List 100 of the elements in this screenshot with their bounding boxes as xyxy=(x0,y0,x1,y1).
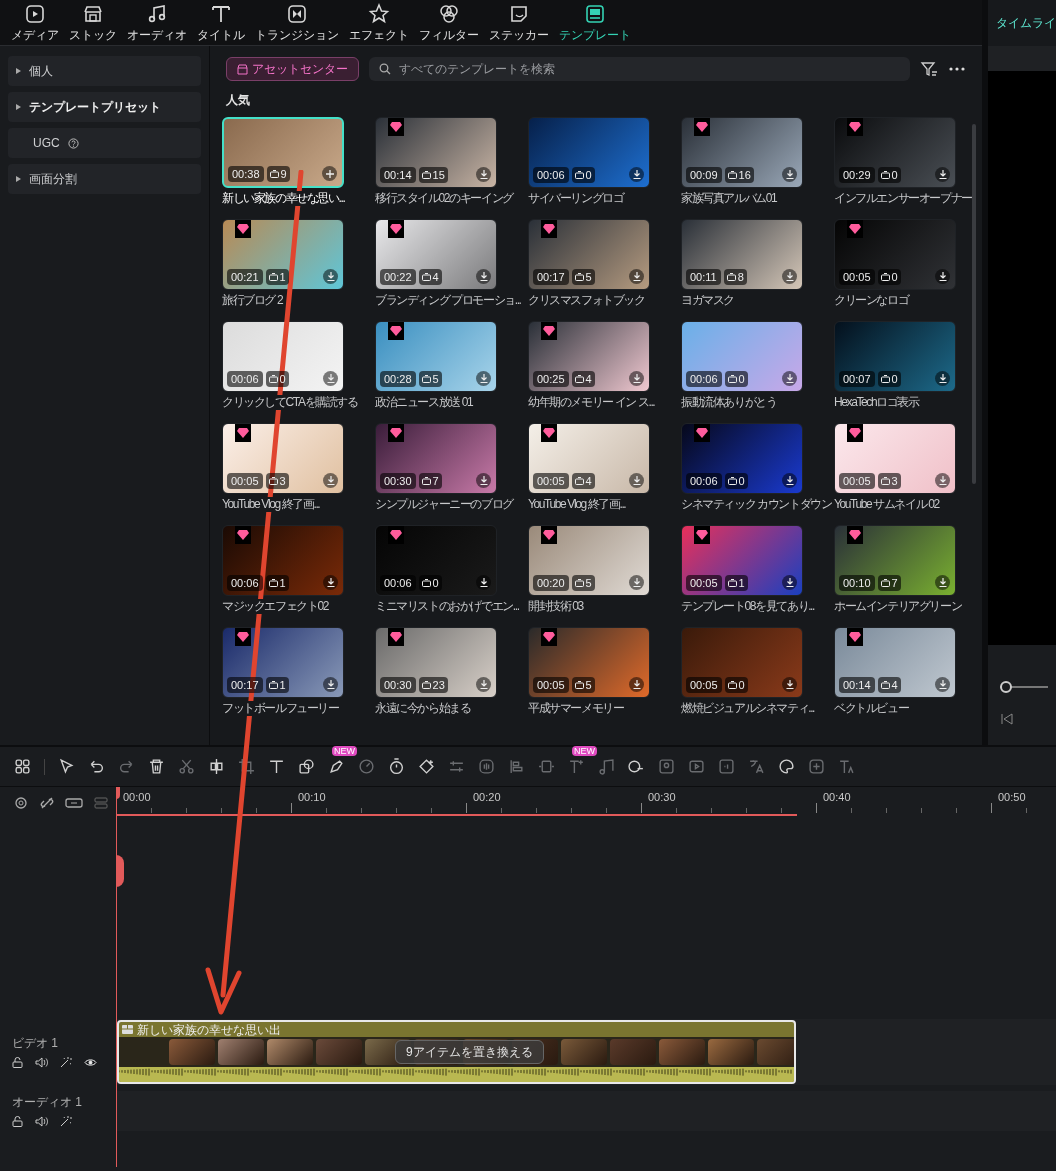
download-button[interactable] xyxy=(935,269,950,284)
template-thumbnail[interactable]: 00:25 4 xyxy=(528,321,650,392)
template-thumbnail[interactable]: 00:06 1 xyxy=(222,525,344,596)
lock-icon[interactable] xyxy=(12,1056,23,1068)
toolbar-tab[interactable]: メディア xyxy=(6,3,64,42)
magic-wand-icon[interactable] xyxy=(60,1056,72,1068)
shape-icon[interactable] xyxy=(298,758,315,775)
download-button[interactable] xyxy=(323,269,338,284)
template-thumbnail[interactable]: 00:06 0 xyxy=(681,423,803,494)
slider-thumb[interactable] xyxy=(1000,681,1012,693)
lock-icon[interactable] xyxy=(12,1115,23,1127)
search-field[interactable]: すべてのテンプレートを検索 xyxy=(369,57,911,81)
template-thumbnail[interactable]: 00:30 7 xyxy=(375,423,497,494)
download-button[interactable] xyxy=(476,167,491,182)
template-thumbnail[interactable]: 00:22 4 xyxy=(375,219,497,290)
template-thumbnail[interactable]: 00:05 0 xyxy=(834,219,956,290)
split-icon[interactable] xyxy=(208,758,225,775)
download-button[interactable] xyxy=(935,167,950,182)
download-button[interactable] xyxy=(629,677,644,692)
download-button[interactable] xyxy=(629,167,644,182)
text-icon[interactable] xyxy=(268,758,285,775)
toolbar-tab[interactable]: テンプレート xyxy=(554,3,636,42)
zoom-slider[interactable] xyxy=(1000,681,1048,693)
redo-icon[interactable] xyxy=(118,758,135,775)
eye-icon[interactable] xyxy=(84,1057,97,1067)
template-thumbnail[interactable]: 00:05 0 xyxy=(681,627,803,698)
template-thumbnail[interactable]: 00:17 5 xyxy=(528,219,650,290)
template-thumbnail[interactable]: 00:30 23 xyxy=(375,627,497,698)
template-thumbnail[interactable]: 00:14 15 xyxy=(375,117,497,188)
speaker-icon[interactable] xyxy=(35,1115,48,1127)
ai-audio-icon[interactable] xyxy=(718,758,735,775)
template-thumbnail[interactable]: 00:20 5 xyxy=(528,525,650,596)
download-button[interactable] xyxy=(476,575,491,590)
sidebar-item[interactable]: 個人 xyxy=(8,56,201,86)
speaker-icon[interactable] xyxy=(35,1056,48,1068)
template-thumbnail[interactable]: 00:28 5 xyxy=(375,321,497,392)
sidebar-item[interactable]: UGC xyxy=(8,128,201,158)
undo-icon[interactable] xyxy=(88,758,105,775)
speed-icon[interactable] xyxy=(358,758,375,775)
adjust-icon[interactable] xyxy=(448,758,465,775)
keyframe-icon[interactable] xyxy=(418,758,435,775)
asset-center-button[interactable]: アセットセンター xyxy=(226,57,359,81)
template-clip[interactable]: 新しい家族の幸せな思い出 9アイテムを置き換える xyxy=(117,1020,796,1084)
template-thumbnail[interactable]: 00:05 3 xyxy=(834,423,956,494)
more-icon[interactable] xyxy=(948,66,967,72)
template-thumbnail[interactable]: 00:05 3 xyxy=(222,423,344,494)
pointer-icon[interactable] xyxy=(58,758,75,775)
settings-icon[interactable] xyxy=(13,795,29,811)
translate-icon[interactable] xyxy=(748,758,765,775)
template-thumbnail[interactable]: 00:17 1 xyxy=(222,627,344,698)
template-thumbnail[interactable]: 00:06 0 xyxy=(375,525,497,596)
ai-portrait-icon[interactable] xyxy=(658,758,675,775)
grid-icon[interactable] xyxy=(14,758,31,775)
download-button[interactable] xyxy=(476,473,491,488)
audio-wave-icon[interactable] xyxy=(478,758,495,775)
sidebar-item[interactable]: テンプレートプリセット xyxy=(8,92,201,122)
track-icon[interactable] xyxy=(93,795,109,811)
download-button[interactable] xyxy=(476,269,491,284)
scrollbar[interactable] xyxy=(972,124,977,484)
download-button[interactable] xyxy=(935,371,950,386)
template-thumbnail[interactable]: 00:05 5 xyxy=(528,627,650,698)
ai-text-icon[interactable] xyxy=(838,758,855,775)
template-thumbnail[interactable]: 00:38 9 xyxy=(222,117,344,188)
scissors-icon[interactable] xyxy=(178,758,195,775)
timer-icon[interactable] xyxy=(388,758,405,775)
pen-icon[interactable] xyxy=(328,758,345,775)
link-icon[interactable] xyxy=(65,796,83,810)
toolbar-tab[interactable]: ストック xyxy=(64,3,122,42)
download-button[interactable] xyxy=(935,575,950,590)
frame-icon[interactable] xyxy=(538,758,555,775)
download-button[interactable] xyxy=(782,371,797,386)
template-thumbnail[interactable]: 00:14 4 xyxy=(834,627,956,698)
align-icon[interactable] xyxy=(508,758,525,775)
template-thumbnail[interactable]: 00:05 4 xyxy=(528,423,650,494)
download-button[interactable] xyxy=(629,371,644,386)
toolbar-tab[interactable]: トランジション xyxy=(250,3,344,42)
download-button[interactable] xyxy=(629,269,644,284)
template-thumbnail[interactable]: 00:09 16 xyxy=(681,117,803,188)
download-button[interactable] xyxy=(782,473,797,488)
template-thumbnail[interactable]: 00:06 0 xyxy=(681,321,803,392)
download-button[interactable] xyxy=(782,677,797,692)
toolbar-tab[interactable]: エフェクト xyxy=(344,3,414,42)
toolbar-tab[interactable]: オーディオ xyxy=(122,3,192,42)
palette-ai-icon[interactable] xyxy=(778,758,795,775)
download-button[interactable] xyxy=(782,575,797,590)
help-icon[interactable] xyxy=(67,137,79,149)
magic-text-icon[interactable] xyxy=(568,758,585,775)
add-ai-icon[interactable] xyxy=(808,758,825,775)
toolbar-tab[interactable]: タイトル xyxy=(192,3,250,42)
music-icon[interactable] xyxy=(598,758,615,775)
filter-icon[interactable] xyxy=(920,60,939,78)
template-thumbnail[interactable]: 00:07 0 xyxy=(834,321,956,392)
download-button[interactable] xyxy=(323,575,338,590)
download-button[interactable] xyxy=(782,269,797,284)
replace-items-label[interactable]: 9アイテムを置き換える xyxy=(395,1040,544,1064)
toolbar-tab[interactable]: フィルター xyxy=(414,3,484,42)
template-thumbnail[interactable]: 00:06 0 xyxy=(528,117,650,188)
download-button[interactable] xyxy=(323,677,338,692)
magic-wand-icon[interactable] xyxy=(60,1115,72,1127)
previous-frame-icon[interactable] xyxy=(1000,713,1014,725)
